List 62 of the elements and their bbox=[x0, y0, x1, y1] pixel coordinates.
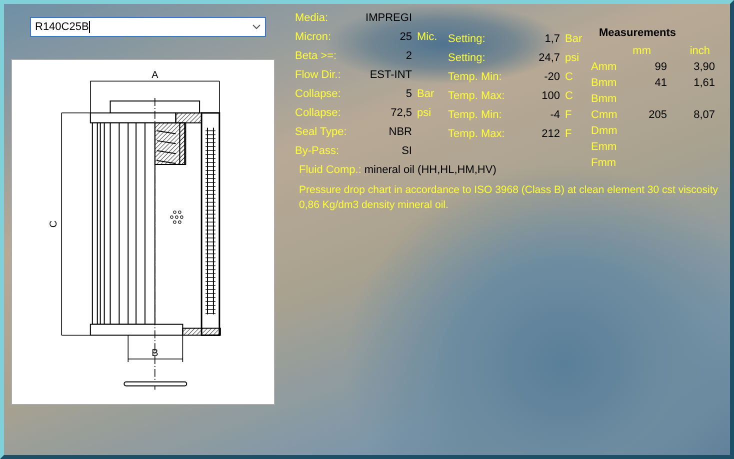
spec-label: Setting: bbox=[448, 32, 486, 44]
measure-label: Emm bbox=[591, 141, 618, 153]
spec-value: -4 bbox=[549, 108, 560, 120]
measure-label: Fmm bbox=[591, 157, 618, 169]
spec-label: Flow Dir.: bbox=[295, 68, 342, 80]
spec-label: Setting: bbox=[448, 52, 486, 64]
spec-label: Fluid Comp.: bbox=[299, 164, 362, 176]
measure-label: Dmm bbox=[591, 125, 618, 137]
spec-value: 5 bbox=[404, 88, 412, 100]
product-combo-field[interactable]: R140C25B bbox=[30, 17, 266, 37]
measure-value: 8,07 bbox=[692, 109, 715, 121]
measure-value: 41 bbox=[654, 77, 667, 89]
column-header: mm bbox=[632, 45, 652, 57]
measure-value: 3,90 bbox=[692, 61, 715, 73]
unit-label: Mic. bbox=[417, 30, 438, 42]
spec-value: EST-INT bbox=[368, 68, 412, 80]
spec-label: Seal Type: bbox=[295, 126, 348, 138]
unit-label: C bbox=[565, 90, 574, 102]
spec-value: -20 bbox=[543, 70, 560, 82]
measure-label: Cmm bbox=[591, 109, 618, 121]
unit-label: F bbox=[565, 128, 573, 140]
dimension-label: B bbox=[152, 348, 158, 360]
spec-value: IMPREGI bbox=[364, 12, 412, 24]
dimension-line bbox=[128, 334, 184, 362]
measure-value: 1,61 bbox=[692, 77, 715, 89]
spec-label: Temp. Max: bbox=[448, 90, 506, 102]
spec-label: Temp. Min: bbox=[448, 108, 503, 120]
spec-label: Temp. Min: bbox=[448, 70, 503, 82]
spec-value: SI bbox=[400, 144, 412, 156]
measure-label: Amm bbox=[591, 61, 618, 73]
measure-value: 99 bbox=[654, 61, 667, 73]
unit-label: psi bbox=[417, 106, 432, 118]
spec-value: 1,7 bbox=[544, 32, 560, 44]
measurements-title: Measurements bbox=[599, 27, 678, 41]
unit-label: Bar bbox=[417, 88, 436, 100]
spec-value: 100 bbox=[540, 90, 560, 102]
spec-label: Media: bbox=[295, 12, 330, 24]
spec-label: Collapse: bbox=[295, 88, 342, 100]
measure-label: Bmm bbox=[591, 77, 618, 89]
dimension-label: C bbox=[48, 220, 60, 228]
spec-value: 212 bbox=[540, 128, 560, 140]
spec-value: NBR bbox=[388, 126, 412, 138]
unit-label: psi bbox=[565, 52, 580, 64]
spec-label: Temp. Max: bbox=[448, 128, 506, 140]
spec-value: 25 bbox=[398, 30, 412, 42]
spec-label: Micron: bbox=[295, 30, 332, 42]
unit-label: Bar bbox=[565, 32, 584, 44]
chevron-down-icon[interactable] bbox=[252, 24, 261, 30]
unit-label: C bbox=[565, 70, 574, 82]
spec-value: mineral oil (HH,HL,HM,HV) bbox=[364, 164, 496, 176]
spec-value: 2 bbox=[404, 50, 412, 62]
spec-label: Collapse: bbox=[295, 106, 342, 118]
spec-label: By-Pass: bbox=[295, 144, 340, 156]
unit-label: F bbox=[565, 108, 573, 120]
spec-value: 24,7 bbox=[538, 52, 560, 64]
column-header: inch bbox=[688, 45, 711, 57]
measure-label: Bmm bbox=[591, 93, 618, 105]
measure-value: 205 bbox=[648, 109, 667, 121]
spec-label: Beta >=: bbox=[295, 50, 338, 62]
dimension-label: A bbox=[152, 70, 158, 82]
chart-note: Pressure drop chart in accordance to ISO 3968 (Class B) at clean element 30 cst viscosity 0,86 Kg/dm3 density mineral oil. bbox=[299, 183, 720, 213]
spec-value: 72,5 bbox=[390, 106, 412, 118]
